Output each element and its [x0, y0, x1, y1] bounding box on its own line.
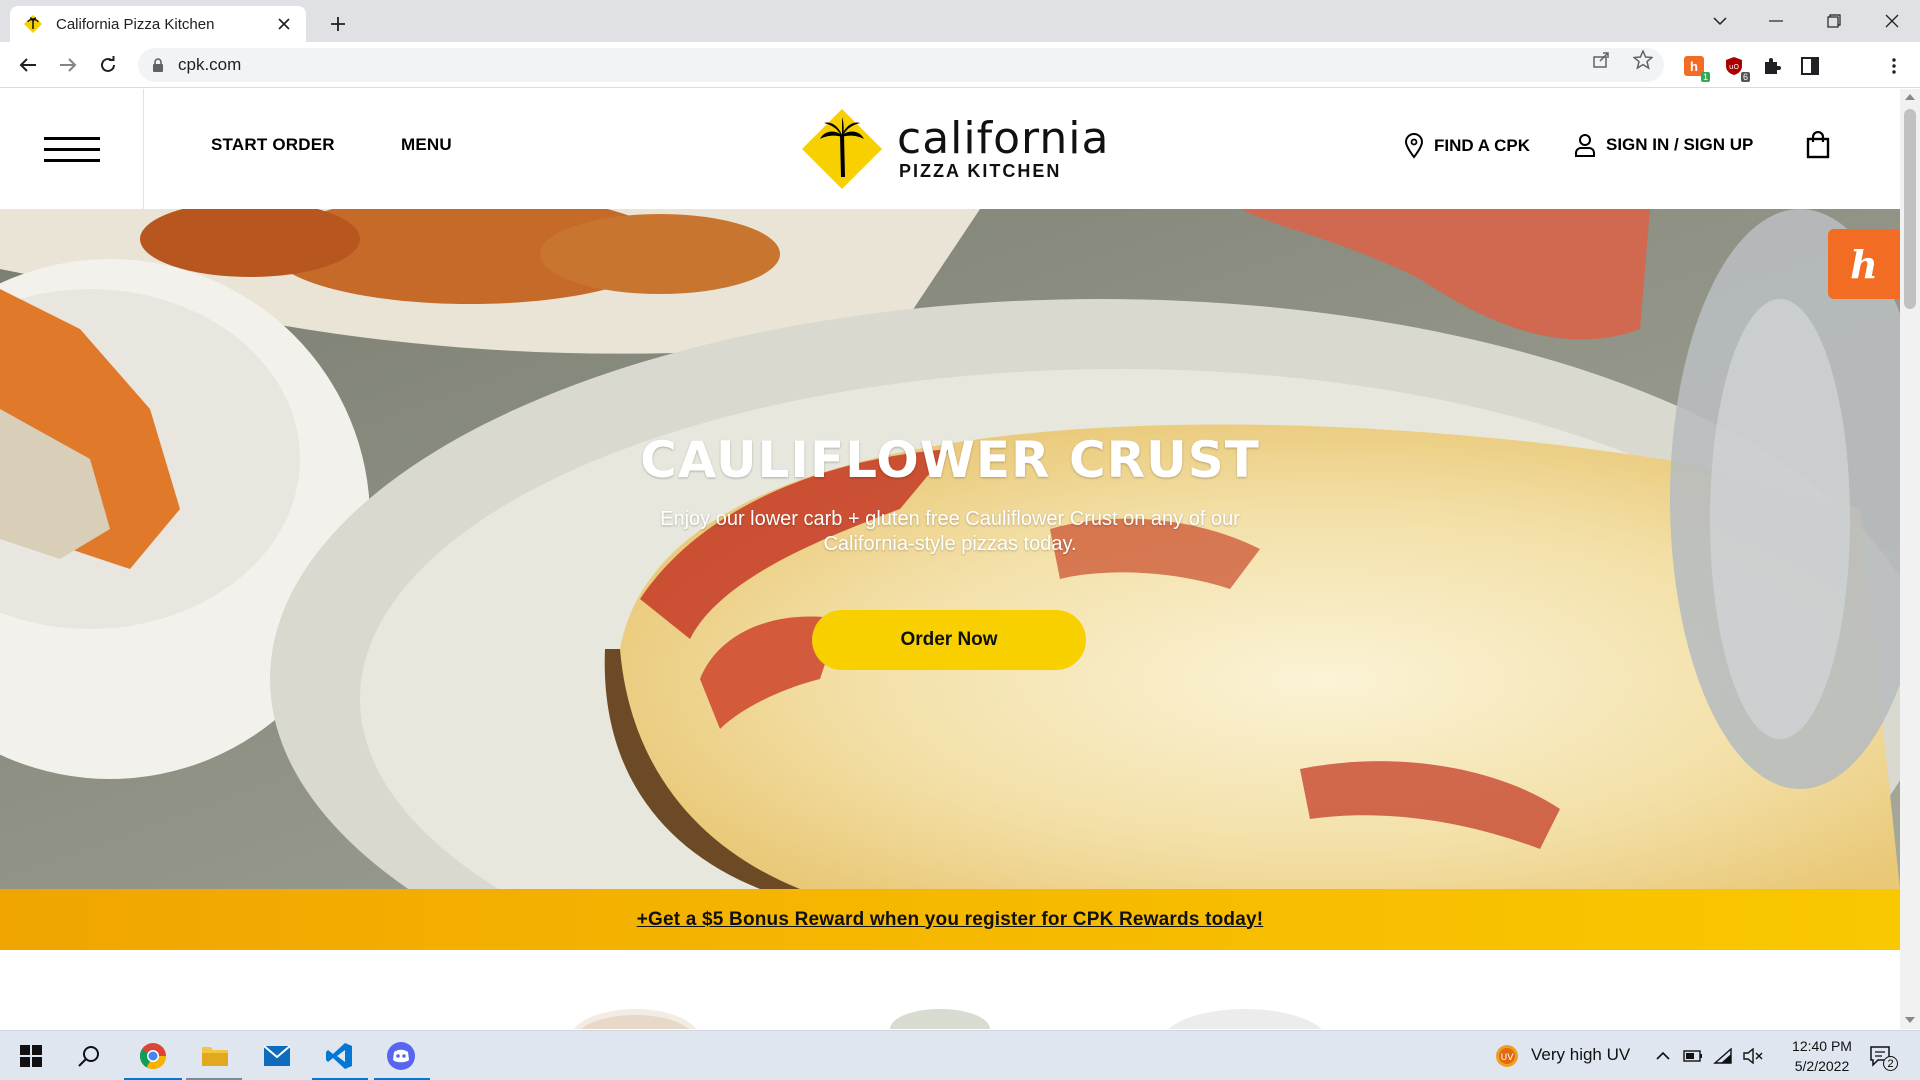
weather-label[interactable]: Very high UV	[1531, 1045, 1630, 1065]
menu-preview-image[interactable]	[890, 1009, 990, 1029]
find-cpk-label: FIND A CPK	[1434, 136, 1531, 155]
reload-icon[interactable]	[92, 49, 124, 81]
cpk-logo[interactable]: california PIZZA KITCHEN	[800, 107, 1108, 191]
wifi-icon[interactable]	[1706, 1039, 1740, 1073]
site-header: START ORDER MENU california PIZZA KITCHE…	[0, 89, 1900, 209]
scroll-down-icon[interactable]	[1905, 1017, 1915, 1023]
clock-time: 12:40 PM	[1792, 1038, 1852, 1054]
extensions-puzzle-icon[interactable]	[1760, 54, 1784, 78]
hero-banner: CAULIFLOWER CRUST Enjoy our lower carb +…	[0, 209, 1900, 889]
ublock-badge: 6	[1740, 72, 1750, 82]
chrome-menu-icon[interactable]	[1882, 54, 1906, 78]
svg-text:uO: uO	[1729, 63, 1739, 71]
search-icon[interactable]	[72, 1039, 106, 1073]
discord-icon[interactable]	[384, 1039, 418, 1073]
show-hidden-icons-icon[interactable]	[1646, 1039, 1680, 1073]
sign-in-link[interactable]: SIGN IN / SIGN UP	[1574, 133, 1753, 157]
location-pin-icon	[1404, 133, 1424, 159]
minimize-icon[interactable]	[1748, 0, 1804, 42]
tab-search-icon[interactable]	[1692, 0, 1748, 42]
mail-icon[interactable]	[260, 1039, 294, 1073]
menu-link[interactable]: MENU	[401, 135, 452, 155]
browser-tab[interactable]: California Pizza Kitchen	[10, 6, 306, 42]
browser-titlebar: California Pizza Kitchen	[0, 0, 1920, 42]
file-explorer-icon[interactable]	[198, 1039, 232, 1073]
sign-in-label: SIGN IN / SIGN UP	[1606, 135, 1754, 154]
scrollbar-thumb[interactable]	[1904, 109, 1916, 309]
hamburger-menu-icon[interactable]	[0, 89, 144, 209]
tab-title: California Pizza Kitchen	[56, 15, 215, 33]
clock-date: 5/2/2022	[1794, 1058, 1850, 1074]
notification-count: 2	[1883, 1056, 1898, 1071]
system-clock[interactable]: 12:40 PM 5/2/2022	[1776, 1036, 1868, 1076]
uv-weather-icon[interactable]: UV	[1490, 1039, 1524, 1073]
honey-h-icon: h	[1850, 241, 1878, 287]
rewards-promo-link[interactable]: +Get a $5 Bonus Reward when you register…	[637, 909, 1264, 931]
cpk-favicon-icon	[24, 15, 42, 33]
order-now-button[interactable]: Order Now	[812, 610, 1086, 670]
restore-icon[interactable]	[1806, 0, 1862, 42]
ublock-extension-icon[interactable]: uO 6	[1722, 54, 1750, 82]
windows-taskbar: UV Very high UV 12:40 PM 5/2/2022 2	[0, 1030, 1920, 1080]
honey-floating-button[interactable]: h	[1828, 229, 1900, 299]
bookmark-star-icon[interactable]	[1632, 49, 1654, 71]
honey-extension-icon[interactable]: h 1	[1682, 54, 1710, 82]
hero-subtitle: Enjoy our lower carb + gluten free Cauli…	[660, 508, 1240, 555]
hero-title: CAULIFLOWER CRUST	[640, 431, 1260, 489]
user-icon	[1575, 134, 1595, 157]
find-cpk-link[interactable]: FIND A CPK	[1404, 133, 1530, 159]
lock-icon	[153, 58, 163, 72]
url-text: cpk.com	[178, 55, 242, 74]
volume-muted-icon[interactable]	[1736, 1039, 1770, 1073]
close-tab-icon[interactable]	[272, 12, 296, 36]
browser-toolbar: cpk.com h 1 uO 6 K	[0, 42, 1920, 121]
honey-badge: 1	[1700, 72, 1710, 82]
close-window-icon[interactable]	[1864, 0, 1920, 42]
shopping-bag-icon[interactable]	[1806, 131, 1840, 159]
windows-start-icon[interactable]	[14, 1039, 48, 1073]
scroll-up-icon[interactable]	[1905, 94, 1915, 100]
share-icon[interactable]	[1590, 49, 1612, 71]
address-bar[interactable]: cpk.com	[138, 48, 1664, 82]
forward-icon[interactable]	[52, 49, 84, 81]
notifications-icon[interactable]: 2	[1864, 1039, 1898, 1073]
page-scrollbar[interactable]	[1900, 89, 1920, 1029]
page-viewport: START ORDER MENU california PIZZA KITCHE…	[0, 89, 1900, 1029]
battery-icon[interactable]	[1676, 1039, 1710, 1073]
back-icon[interactable]	[12, 49, 44, 81]
palm-tree-logo-icon	[802, 109, 882, 189]
chrome-taskbar-icon[interactable]	[136, 1039, 170, 1073]
svg-text:UV: UV	[1501, 1053, 1515, 1063]
vscode-icon[interactable]	[322, 1039, 356, 1073]
side-panel-icon[interactable]	[1798, 54, 1822, 78]
rewards-promo-bar: +Get a $5 Bonus Reward when you register…	[0, 889, 1900, 950]
menu-preview-image[interactable]	[570, 1009, 700, 1029]
logo-wordmark-california: california	[897, 113, 1110, 164]
menu-preview-image[interactable]	[1160, 1009, 1330, 1029]
new-tab-icon[interactable]	[324, 10, 352, 38]
start-order-link[interactable]: START ORDER	[211, 135, 335, 155]
logo-wordmark-pizza-kitchen: PIZZA KITCHEN	[899, 161, 1062, 181]
